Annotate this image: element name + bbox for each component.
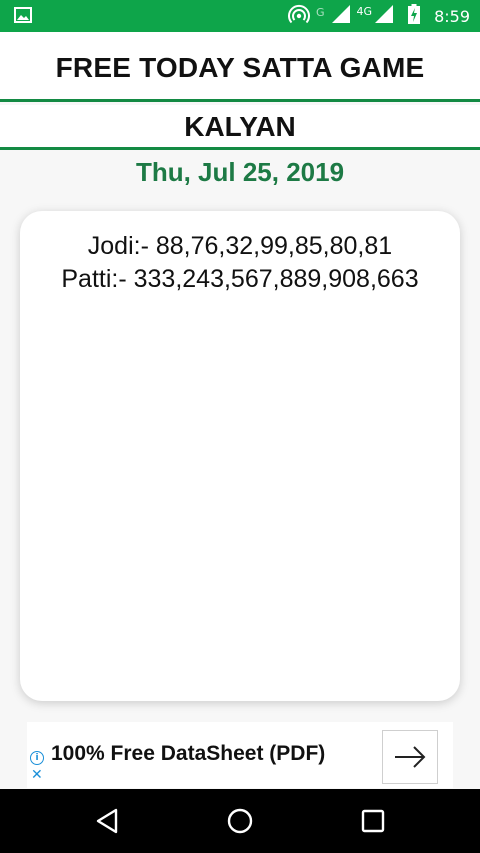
app-header: FREE TODAY SATTA GAME: [0, 32, 480, 102]
market-header: KALYAN: [0, 105, 480, 148]
page-title: FREE TODAY SATTA GAME: [55, 52, 425, 83]
back-button[interactable]: [89, 803, 125, 839]
navigation-bar: [0, 789, 480, 853]
result-date: Thu, Jul 25, 2019: [135, 157, 345, 187]
ad-close-icon[interactable]: ✕: [31, 768, 43, 782]
home-button[interactable]: [222, 803, 258, 839]
back-icon: [96, 808, 118, 834]
status-icons: G 4G 8:59: [288, 0, 470, 32]
ad-banner[interactable]: i ✕ 100% Free DataSheet (PDF): [27, 722, 453, 788]
result-card: Jodi:- 88,76,32,99,85,80,81 Patti:- 333,…: [20, 211, 460, 701]
home-icon: [227, 808, 253, 834]
secondary-network-label: G: [316, 5, 325, 19]
signal-icon-1: [331, 4, 351, 29]
status-bar: G 4G 8:59: [0, 0, 480, 32]
network-type-label: 4G: [356, 4, 373, 18]
market-name: KALYAN: [184, 111, 296, 142]
arrow-right-icon: [395, 746, 426, 768]
ad-info-icon[interactable]: i: [30, 751, 44, 765]
hotspot-icon: [288, 3, 310, 30]
ad-headline[interactable]: 100% Free DataSheet (PDF): [51, 742, 325, 766]
signal-icon-2: [374, 4, 394, 29]
battery-charging-icon: [408, 3, 421, 29]
jodi-result: Jodi:- 88,76,32,99,85,80,81: [87, 232, 393, 260]
image-notification-icon: [14, 7, 32, 23]
recents-icon: [361, 809, 385, 833]
clock-time: 8:59: [434, 6, 470, 26]
ad-open-button[interactable]: [382, 730, 438, 784]
header-divider-bottom: [0, 147, 480, 150]
app-screen: G 4G 8:59 FREE TODAY SATTA GAME KALYAN T…: [0, 0, 480, 853]
recents-button[interactable]: [355, 803, 391, 839]
header-divider-top: [0, 99, 480, 102]
patti-result: Patti:- 333,243,567,889,908,663: [61, 265, 419, 293]
